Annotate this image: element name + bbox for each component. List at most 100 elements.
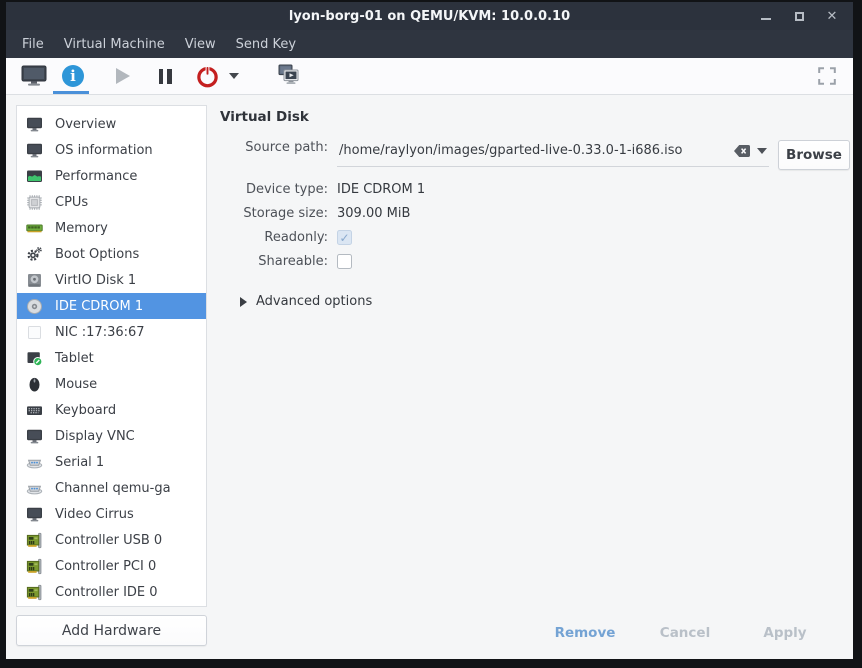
hardware-list: Overview OS information Performance CPUs… [16, 105, 207, 607]
browse-button[interactable]: Browse [778, 140, 850, 170]
readonly-checkbox[interactable]: ✓ [337, 230, 352, 245]
sidebar-item-label: OS information [55, 143, 153, 158]
pci-card-icon [26, 558, 43, 575]
sidebar-item-controller-usb-0[interactable]: Controller USB 0 [17, 527, 206, 553]
pci-card-icon [26, 584, 43, 601]
sidebar-item-virtio-disk-1[interactable]: VirtIO Disk 1 [17, 267, 206, 293]
device-type-value: IDE CDROM 1 [337, 182, 425, 197]
clear-entry-icon[interactable] [733, 144, 751, 158]
virt-manager-window: lyon-borg-01 on QEMU/KVM: 10.0.0.10 ✕ Fi… [6, 2, 853, 659]
minimize-icon [761, 12, 771, 20]
titlebar: lyon-borg-01 on QEMU/KVM: 10.0.0.10 ✕ [6, 2, 853, 30]
virtual-machine-windows-button[interactable] [276, 58, 306, 94]
chevron-down-icon[interactable] [757, 148, 767, 154]
maximize-button[interactable] [788, 5, 810, 27]
disk-icon [26, 272, 43, 289]
memory-icon [26, 220, 43, 237]
sidebar-item-nic[interactable]: NIC :17:36:67 [17, 319, 206, 345]
sidebar-item-label: Mouse [55, 377, 97, 392]
menu-send-key[interactable]: Send Key [226, 32, 306, 57]
content-area: Overview OS information Performance CPUs… [6, 95, 853, 659]
minimize-button[interactable] [755, 5, 777, 27]
keyboard-icon [26, 402, 43, 419]
sidebar-item-tablet[interactable]: Tablet [17, 345, 206, 371]
monitor-icon [26, 116, 43, 133]
menubar: File Virtual Machine View Send Key [6, 30, 853, 58]
sidebar-item-boot-options[interactable]: Boot Options [17, 241, 206, 267]
sidebar-item-label: IDE CDROM 1 [55, 299, 143, 314]
serial-port-icon [26, 480, 43, 497]
menu-virtual-machine[interactable]: Virtual Machine [54, 32, 175, 57]
remove-button[interactable]: Remove [540, 618, 630, 648]
performance-chart-icon [26, 168, 43, 185]
cpu-icon [26, 194, 43, 211]
sidebar-item-label: NIC :17:36:67 [55, 325, 145, 340]
shareable-checkbox[interactable]: ✓ [337, 254, 352, 269]
advanced-options-expander[interactable]: Advanced options [240, 294, 845, 309]
pci-card-icon [26, 532, 43, 549]
show-console-button[interactable] [18, 58, 50, 94]
sidebar-item-label: Tablet [55, 351, 94, 366]
sidebar-item-performance[interactable]: Performance [17, 163, 206, 189]
sidebar-item-video-cirrus[interactable]: Video Cirrus [17, 501, 206, 527]
sidebar-item-label: Boot Options [55, 247, 139, 262]
sidebar-item-controller-ide-0[interactable]: Controller IDE 0 [17, 579, 206, 605]
sidebar-item-display-vnc[interactable]: Display VNC [17, 423, 206, 449]
sidebar-item-label: Video Cirrus [55, 507, 134, 522]
shutdown-button[interactable] [194, 58, 220, 94]
advanced-options-label: Advanced options [256, 294, 372, 309]
sidebar-item-cpus[interactable]: CPUs [17, 189, 206, 215]
shareable-label: Shareable: [220, 254, 328, 269]
show-details-button[interactable]: i [59, 58, 87, 94]
menu-file[interactable]: File [12, 32, 54, 57]
pause-icon [159, 69, 172, 84]
sidebar-item-label: Overview [55, 117, 116, 132]
sidebar-item-label: Performance [55, 169, 137, 184]
shutdown-icon [196, 65, 219, 88]
source-path-label: Source path: [220, 140, 328, 155]
run-button[interactable] [112, 58, 134, 94]
cancel-button[interactable]: Cancel [640, 618, 730, 648]
sidebar-item-serial-1[interactable]: Serial 1 [17, 449, 206, 475]
console-monitor-icon [21, 65, 47, 87]
sidebar-item-label: Keyboard [55, 403, 116, 418]
sidebar-item-mouse[interactable]: Mouse [17, 371, 206, 397]
tablet-icon [26, 350, 43, 367]
source-path-input[interactable]: /home/raylyon/images/gparted-live-0.33.0… [337, 140, 769, 167]
sidebar-item-partial[interactable] [17, 605, 206, 607]
apply-button[interactable]: Apply [740, 618, 830, 648]
sidebar-item-ide-cdrom-1[interactable]: IDE CDROM 1 [17, 293, 206, 319]
sidebar-item-os-information[interactable]: OS information [17, 137, 206, 163]
serial-port-icon [26, 454, 43, 471]
shutdown-menu-button[interactable] [225, 58, 243, 94]
sidebar-item-controller-pci-0[interactable]: Controller PCI 0 [17, 553, 206, 579]
sidebar-item-label: VirtIO Disk 1 [55, 273, 136, 288]
sidebar-item-label: Controller IDE 0 [55, 585, 158, 600]
sidebar-item-keyboard[interactable]: Keyboard [17, 397, 206, 423]
readonly-label: Readonly: [220, 230, 328, 245]
device-type-label: Device type: [220, 182, 328, 197]
virtual-disk-details: Virtual Disk Source path: /home/raylyon/… [220, 109, 845, 309]
sidebar-item-memory[interactable]: Memory [17, 215, 206, 241]
run-icon [116, 68, 130, 84]
vm-info-icon: i [62, 65, 84, 87]
sidebar-item-label: Serial 1 [55, 455, 104, 470]
sidebar-item-label: Memory [55, 221, 108, 236]
toolbar: i [6, 58, 853, 95]
sidebar-item-label: Controller USB 0 [55, 533, 162, 548]
cdrom-icon [26, 298, 43, 315]
menu-view[interactable]: View [175, 32, 226, 57]
sidebar-item-overview[interactable]: Overview [17, 111, 206, 137]
source-path-value: /home/raylyon/images/gparted-live-0.33.0… [339, 143, 725, 158]
page-title: Virtual Disk [220, 109, 845, 125]
fullscreen-button[interactable] [815, 58, 839, 94]
sidebar-item-channel-qemu-ga[interactable]: Channel qemu-ga [17, 475, 206, 501]
sidebar-item-label: Controller PCI 0 [55, 559, 156, 574]
pause-button[interactable] [155, 58, 175, 94]
sidebar-item-label: CPUs [55, 195, 88, 210]
expander-arrow-icon [240, 297, 247, 307]
gear-icon [26, 246, 43, 263]
add-hardware-button[interactable]: Add Hardware [16, 615, 207, 646]
close-button[interactable]: ✕ [821, 5, 843, 27]
monitor-icon [26, 142, 43, 159]
